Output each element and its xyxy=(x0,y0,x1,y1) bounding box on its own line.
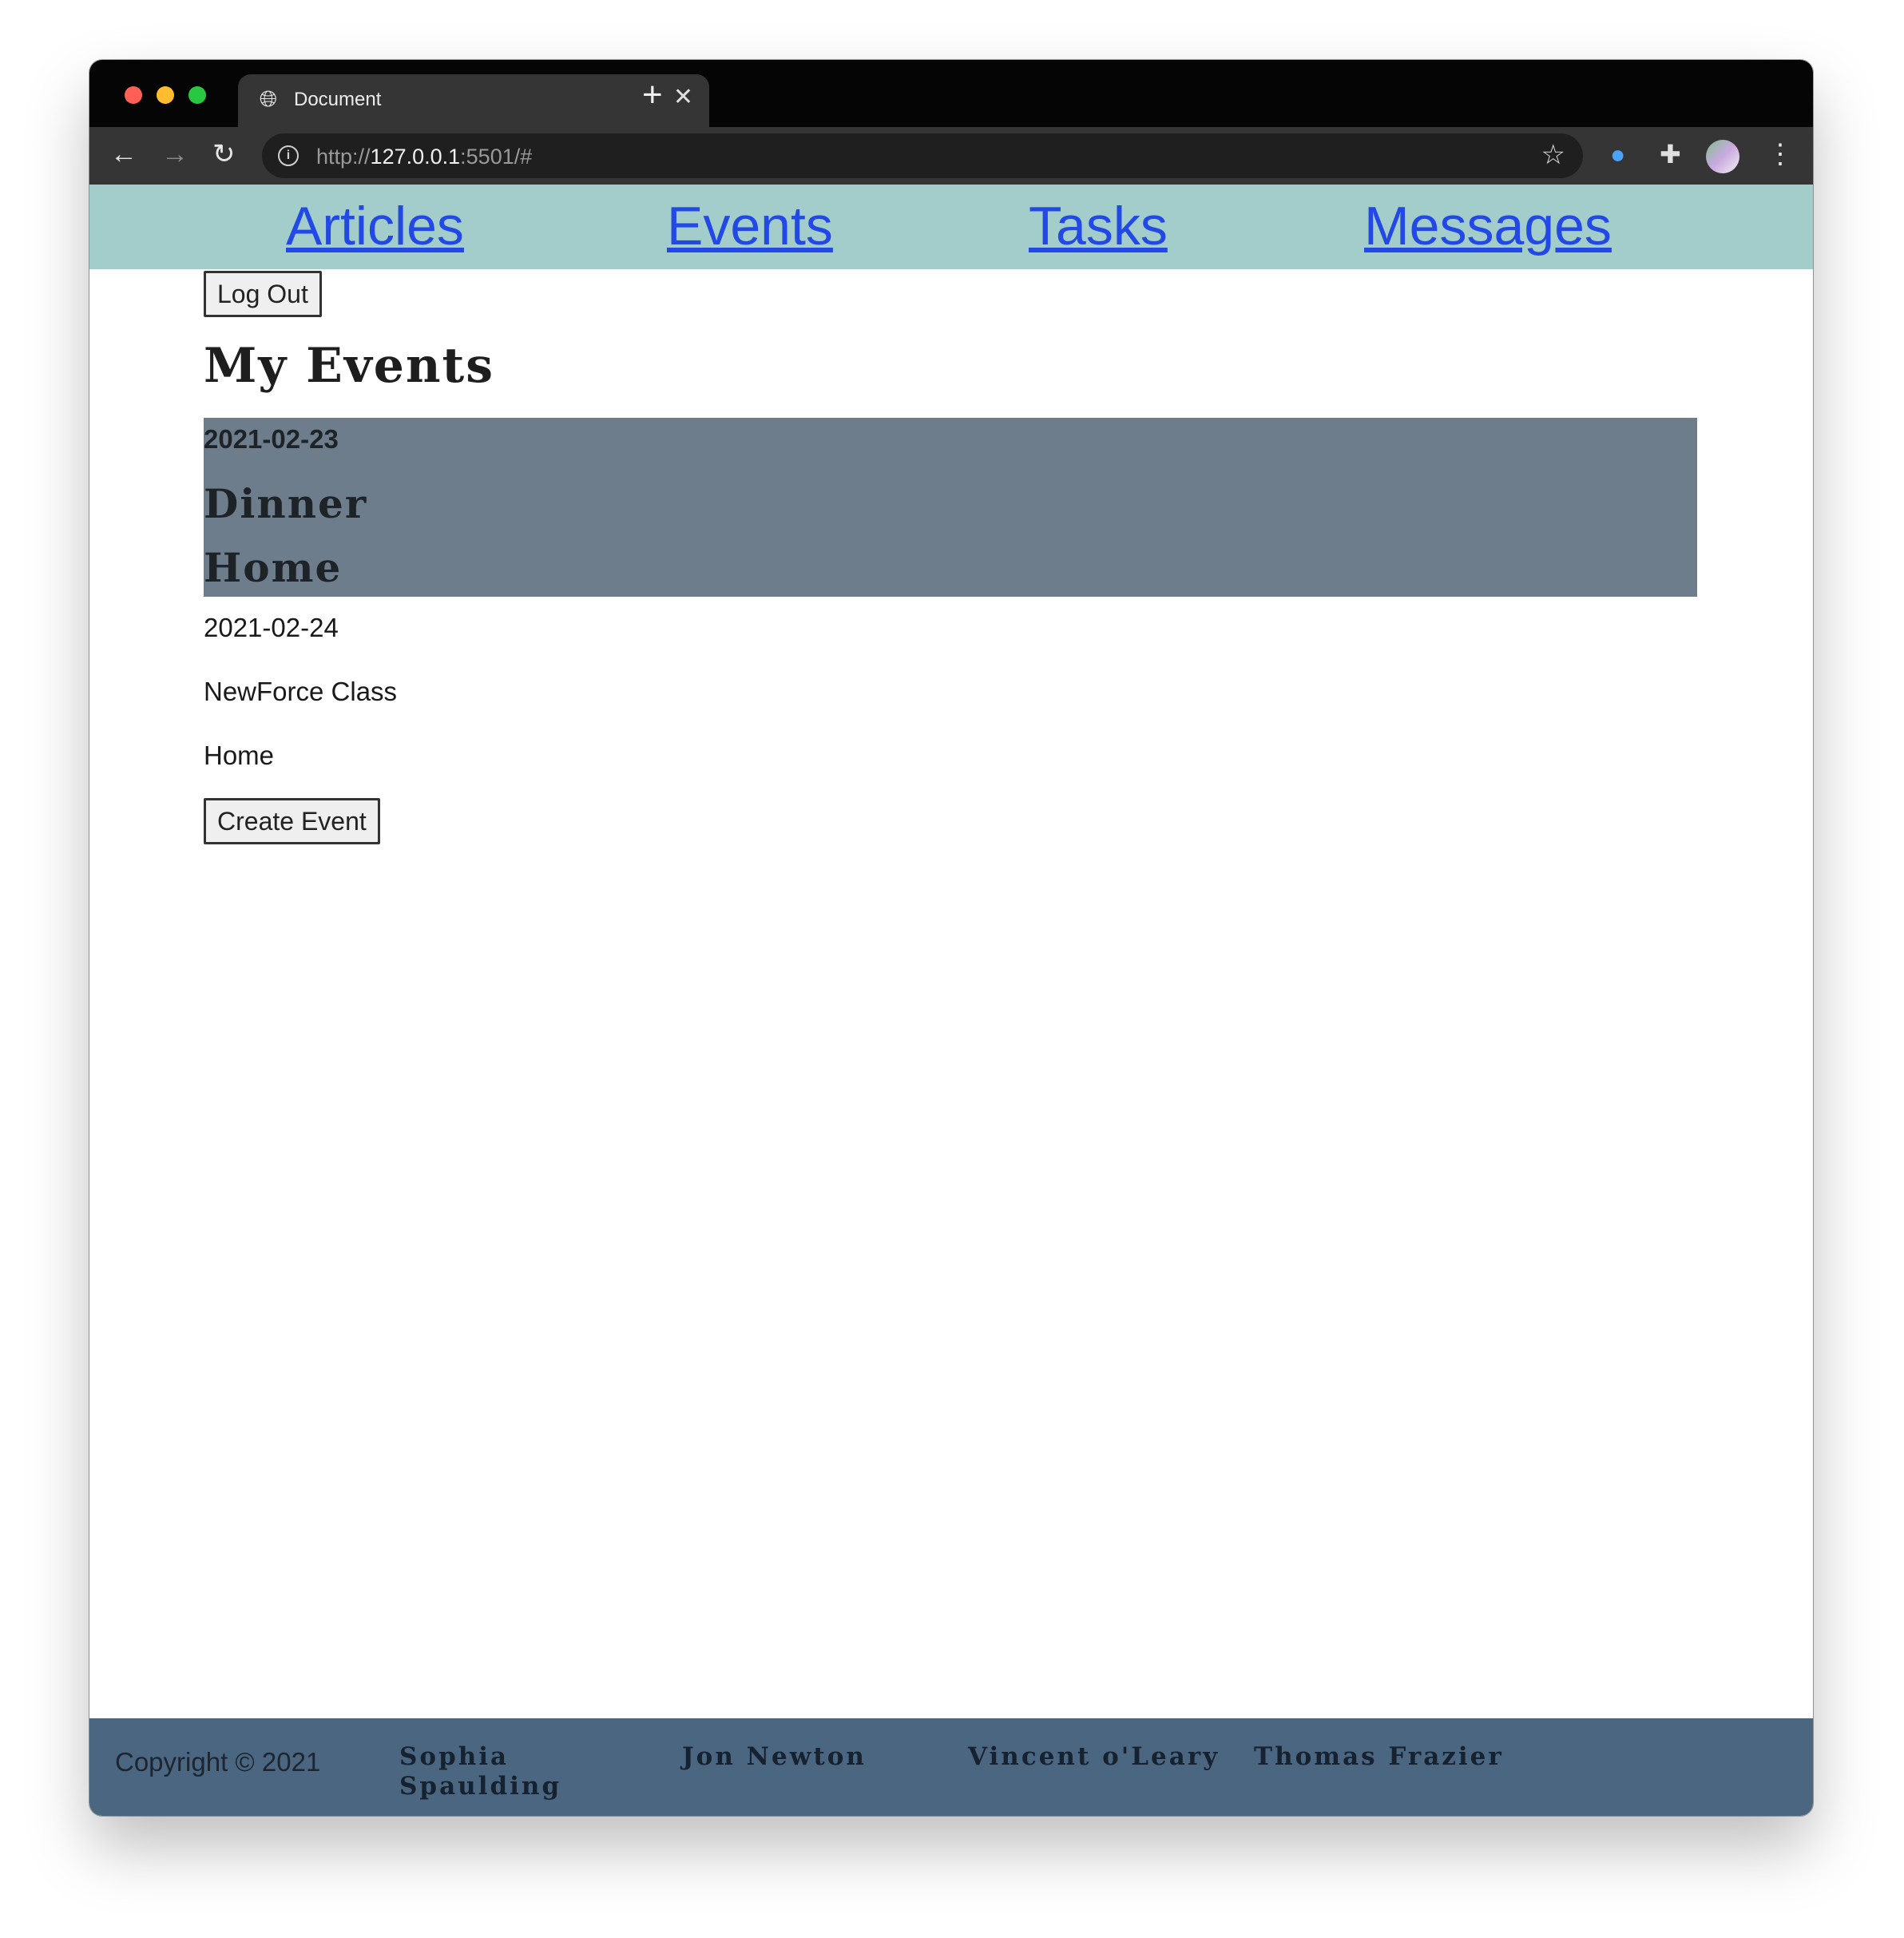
event-card-highlighted: 2021-02-23 Dinner Home xyxy=(204,418,1697,597)
page-viewport: Articles Events Tasks Messages Log Out M… xyxy=(89,185,1813,1816)
forward-arrow-icon[interactable]: → xyxy=(161,138,188,170)
create-event-button[interactable]: Create Event xyxy=(204,798,380,844)
event-name: Dinner xyxy=(204,480,368,527)
browser-window: 🌐︎ Document ✕ + ← → ↻ i http://127.0.0.1… xyxy=(89,60,1813,1816)
nav-link-events[interactable]: Events xyxy=(667,196,833,256)
close-icon[interactable]: ✕ xyxy=(673,85,693,109)
author-name: Jon Newton xyxy=(682,1742,867,1771)
url-path: :5501/# xyxy=(460,145,533,169)
url-host: 127.0.0.1 xyxy=(370,145,461,169)
plus-icon[interactable]: + xyxy=(642,77,663,113)
page-title: My Events xyxy=(204,338,495,394)
globe-icon: 🌐︎ xyxy=(259,86,278,111)
browser-tab[interactable]: 🌐︎ Document ✕ xyxy=(238,74,709,127)
event-date: 2021-02-23 xyxy=(204,424,339,454)
minimize-window-button[interactable] xyxy=(157,86,174,104)
browser-toolbar: ← → ↻ i http://127.0.0.1:5501/# ☆ ● ✚ ⋮ xyxy=(89,127,1813,185)
top-nav: Articles Events Tasks Messages xyxy=(89,185,1813,269)
title-bar: 🌐︎ Document ✕ + xyxy=(89,60,1813,127)
nav-link-messages[interactable]: Messages xyxy=(1364,196,1612,256)
nav-link-tasks[interactable]: Tasks xyxy=(1029,196,1168,256)
profile-avatar[interactable] xyxy=(1706,140,1739,173)
author-name: Vincent o'Leary xyxy=(968,1742,1220,1771)
url-text: http://127.0.0.1:5501/# xyxy=(316,145,532,169)
address-bar[interactable]: i http://127.0.0.1:5501/# ☆ xyxy=(262,133,1583,178)
author-name: Sophia Spaulding xyxy=(399,1742,562,1801)
event-date: 2021-02-24 xyxy=(204,613,339,642)
reload-icon[interactable]: ↻ xyxy=(212,138,236,170)
zoom-window-button[interactable] xyxy=(188,86,206,104)
password-manager-icon[interactable]: ● xyxy=(1610,138,1625,170)
tab-title: Document xyxy=(294,89,382,110)
back-arrow-icon[interactable]: ← xyxy=(110,138,137,170)
logout-button[interactable]: Log Out xyxy=(204,271,322,317)
footer: Copyright © 2021 Sophia Spaulding Jon Ne… xyxy=(89,1718,1813,1816)
info-icon[interactable]: i xyxy=(278,145,299,166)
author-name: Thomas Frazier xyxy=(1254,1742,1504,1771)
event-location: Home xyxy=(204,544,343,591)
close-window-button[interactable] xyxy=(125,86,142,104)
kebab-menu-icon[interactable]: ⋮ xyxy=(1767,138,1794,170)
url-scheme: http:// xyxy=(316,145,371,169)
star-icon[interactable]: ☆ xyxy=(1541,140,1565,170)
event-location: Home xyxy=(204,741,275,770)
copyright-text: Copyright © 2021 xyxy=(115,1747,321,1777)
event-name: NewForce Class xyxy=(204,677,398,706)
nav-link-articles[interactable]: Articles xyxy=(286,196,464,256)
puzzle-icon[interactable]: ✚ xyxy=(1660,138,1681,170)
